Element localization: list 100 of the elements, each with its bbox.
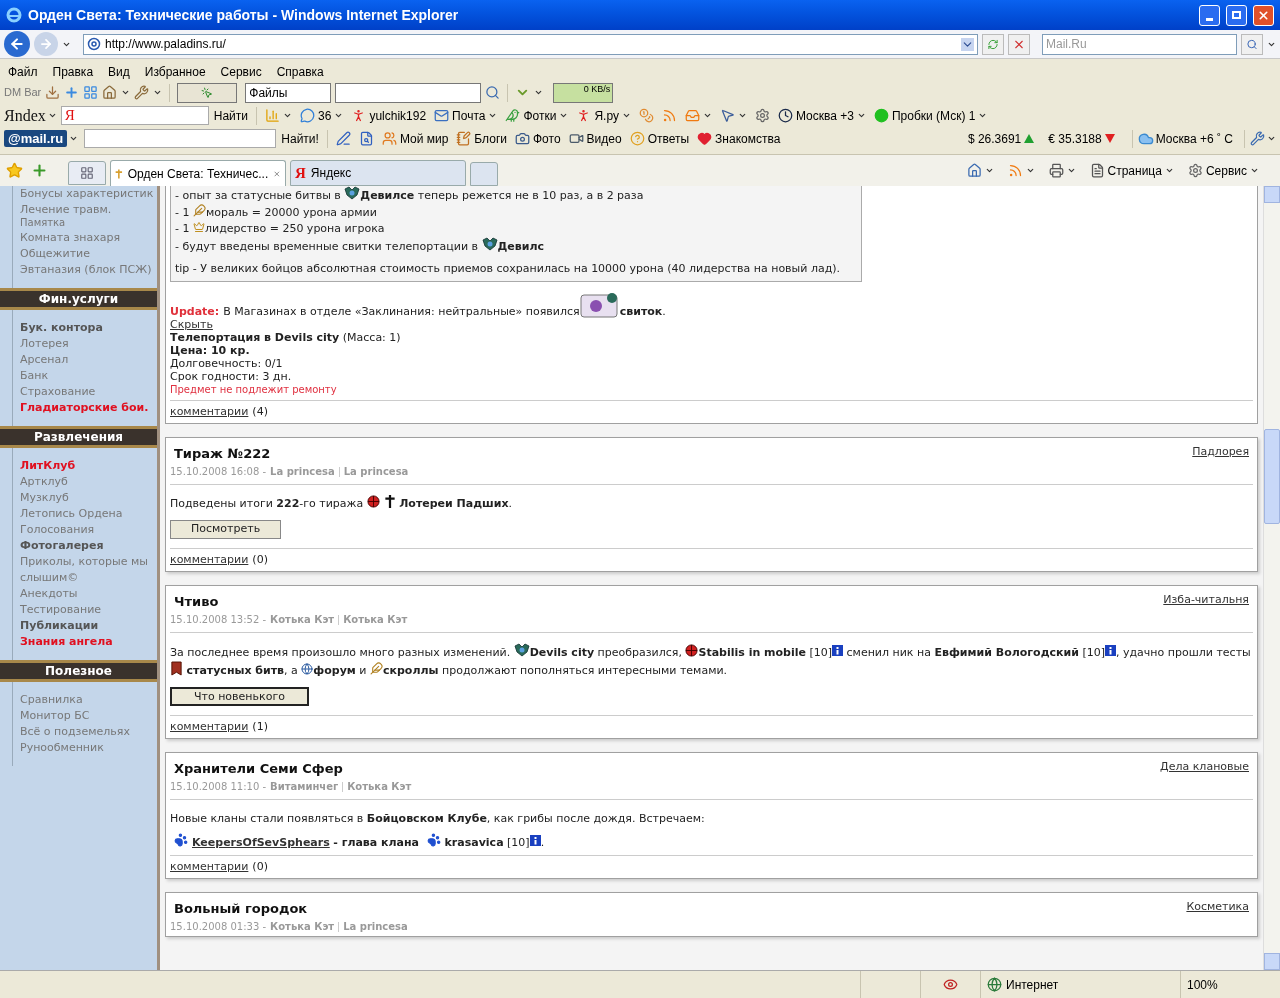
caret-icon[interactable] [153,88,163,97]
info-icon[interactable] [1105,645,1116,656]
blog-icon[interactable] [456,131,472,146]
minimize-button[interactable] [1199,4,1220,26]
bird-icon[interactable] [505,108,521,123]
caret-icon[interactable] [984,166,994,175]
comments-link[interactable]: комментарии [170,552,249,569]
pick-button[interactable] [177,82,238,103]
menu-item[interactable]: Справка [276,63,324,81]
hide-link[interactable]: Скрыть [170,318,1253,331]
caret-icon[interactable] [1066,166,1076,175]
sidebar-link[interactable]: Публикации [20,618,157,634]
toolbar-button[interactable]: yulchik192 [369,106,427,125]
comments-link[interactable]: комментарии [170,404,249,421]
category-link[interactable]: Падлорея [1192,443,1249,460]
windows-icon[interactable] [83,85,99,100]
caret-icon[interactable] [47,111,57,120]
people-icon[interactable] [381,131,397,146]
menu-item[interactable]: Избранное [144,63,206,81]
browser-tab[interactable]: Орден Света: Техничес... [110,160,286,186]
page-search-icon[interactable] [358,131,374,146]
caret-icon[interactable] [488,111,498,120]
toolbar-button[interactable]: Фото [533,129,561,148]
pen-icon[interactable] [335,131,351,146]
privacy-icon[interactable] [943,977,958,992]
home-icon[interactable] [966,163,982,178]
envelope-icon[interactable] [434,108,450,123]
clan-link[interactable]: KeepersOfSevSphears [192,836,330,849]
toolbar-button[interactable]: Ответы [647,129,690,148]
category-link[interactable]: Косметика [1186,898,1249,915]
speech-bubble-icon[interactable] [300,108,316,123]
download-icon[interactable] [45,85,61,100]
caret-icon[interactable] [1164,166,1174,175]
menu-item[interactable]: Правка [52,63,94,81]
add-favorite-icon[interactable] [31,162,48,179]
caret-icon[interactable] [121,88,131,97]
caret-icon[interactable] [856,111,866,120]
info-icon[interactable] [529,835,541,846]
yandex-search-field[interactable]: Я [60,106,209,125]
browser-tab[interactable]: Я Яндекс [290,160,466,186]
yandex-logo[interactable]: Яndex [4,103,46,128]
tool-icon[interactable] [1250,131,1265,146]
sidebar-link[interactable]: Фотогалерея [20,538,157,554]
info-icon[interactable] [832,645,844,656]
caret-icon[interactable] [1025,166,1035,175]
search-field[interactable]: Mail.Ru [1042,33,1237,55]
toolbar-button[interactable]: 36 [318,106,332,125]
plus-icon[interactable] [64,85,80,100]
toolbar-button[interactable]: Видео [586,129,622,148]
mail-search-field[interactable] [84,129,277,148]
toolbar-button[interactable]: Фотки [523,106,557,125]
toolbar-button[interactable]: Знакомства [715,129,781,148]
dropdown-icon[interactable] [961,37,974,51]
caret-icon[interactable] [534,88,544,97]
comments-link[interactable]: комментарии [170,719,249,736]
toolbar-button[interactable]: Страница [1107,161,1162,180]
printer-icon[interactable] [1048,163,1064,178]
caret-icon[interactable] [559,111,569,120]
search-button[interactable]: Найти [210,106,252,125]
files-field[interactable] [335,82,482,103]
tool-icon[interactable] [134,85,150,100]
toolbar-button[interactable]: Москва +3 [795,106,854,125]
address-field[interactable]: http://www.paladins.ru/ [83,33,978,55]
close-button[interactable] [1253,4,1274,26]
clock-icon[interactable] [777,108,793,123]
caret-icon[interactable] [978,111,988,120]
menu-item[interactable]: Файл [8,63,38,81]
home-icon[interactable] [102,85,118,100]
caret-icon[interactable] [621,111,631,120]
mail-logo[interactable]: @mail.ru [4,130,68,147]
scrollbar[interactable] [1263,186,1280,970]
category-link[interactable]: Дела клановые [1160,758,1249,775]
toolbar-button[interactable]: Сервис [1205,161,1247,180]
post-button[interactable]: Посмотреть [170,520,282,539]
camera-icon[interactable] [515,131,530,146]
settings-icon[interactable] [754,108,770,123]
category-link[interactable]: Изба-читальня [1163,591,1249,608]
caret-icon[interactable] [334,111,344,120]
post-button[interactable]: Что новенького [170,687,309,706]
caret-icon[interactable] [1250,166,1259,175]
toolbar-button[interactable]: Я.ру [594,106,619,125]
restore-button[interactable] [1226,4,1247,26]
settings-icon[interactable] [1187,163,1203,178]
heart-icon[interactable] [697,131,713,146]
weather-text[interactable]: Москва +6 ˚ С [1155,129,1233,148]
toolbar-button[interactable]: Мой мир [399,129,449,148]
files-dropdown[interactable]: Файлы [245,82,332,103]
sidebar-link[interactable]: Бук. контора [20,320,157,336]
menu-item[interactable]: Вид [108,63,130,81]
stop-button[interactable] [1008,33,1030,55]
search-icon[interactable] [485,85,501,100]
comments-link[interactable]: комментарии [170,859,249,876]
toolbar-button[interactable]: Почта [452,106,486,125]
back-button[interactable] [4,31,30,57]
refresh-button[interactable] [982,33,1004,55]
video-camera-icon[interactable] [568,131,584,146]
caret-icon[interactable] [737,111,747,120]
tab-list-button[interactable] [68,161,106,185]
menu-item[interactable]: Сервис [220,63,262,81]
search-button[interactable]: Найти! [278,129,322,148]
